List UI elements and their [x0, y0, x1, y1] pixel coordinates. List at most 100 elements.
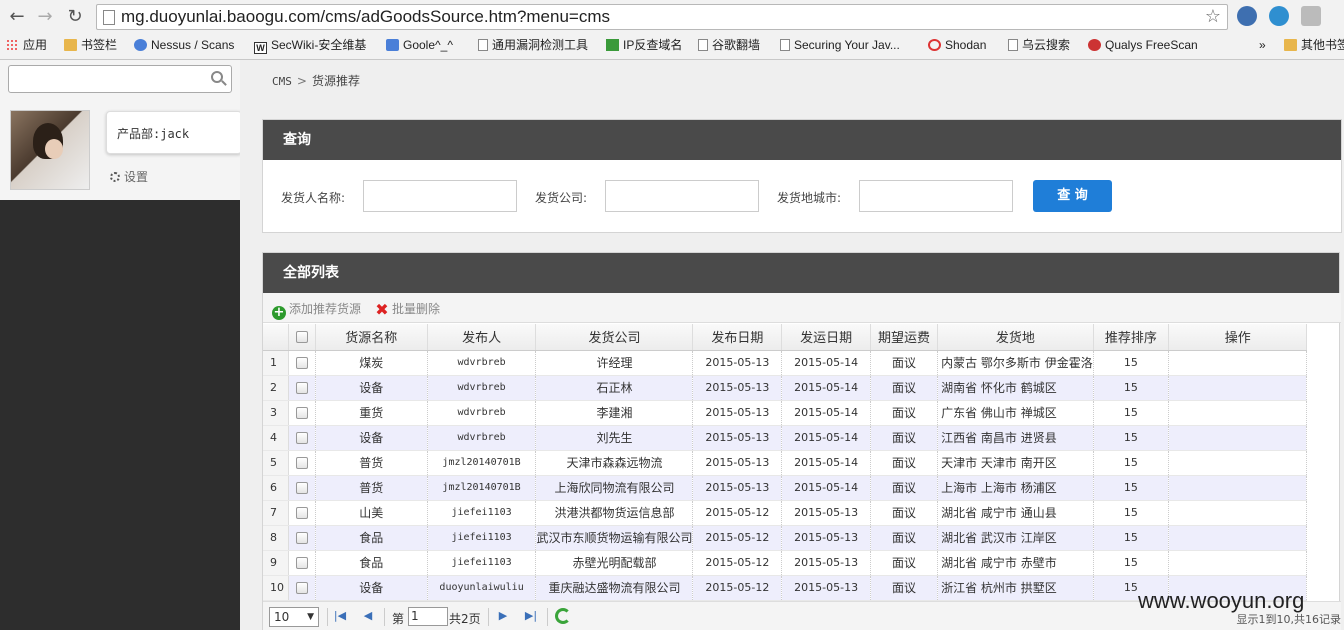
bookmark-ip-lookup[interactable]: IP反查域名 — [606, 35, 682, 55]
row-checkbox[interactable] — [295, 457, 308, 469]
shipper-name-input[interactable] — [363, 180, 517, 212]
cell-fee: 面议 — [870, 375, 939, 401]
table-row[interactable]: 7 山美 jiefei1103 洪港洪都物货运信息部 2015-05-12 2015-05… — [263, 500, 1339, 526]
table-row[interactable]: 4 设备 wdvrbreb 刘先生 2015-05-13 2015-05-14 面议 江西省 … — [263, 425, 1339, 451]
row-number: 4 — [263, 425, 290, 451]
cell-fee: 面议 — [870, 425, 939, 451]
sidebar-search-input[interactable] — [8, 65, 232, 93]
col-header-pub-date[interactable]: 发布日期 — [692, 324, 783, 351]
cell-filler — [1306, 425, 1339, 450]
first-page-icon[interactable]: |◀ — [333, 609, 347, 623]
bookmark-vuln-tool[interactable]: 通用漏洞检测工具 — [478, 35, 588, 55]
cell-name: 设备 — [315, 375, 428, 401]
city-input[interactable] — [859, 180, 1013, 212]
breadcrumb-root[interactable]: CMS — [272, 75, 292, 88]
add-source-button[interactable]: + 添加推荐货源 — [272, 300, 361, 320]
search-icon[interactable] — [211, 71, 223, 83]
row-checkbox[interactable] — [295, 382, 308, 394]
earth-extension-icon[interactable] — [1269, 6, 1289, 26]
bookmark-folder[interactable]: 书签栏 — [64, 35, 117, 55]
row-checkbox[interactable] — [295, 532, 308, 544]
settings-link[interactable]: 设置 — [110, 168, 148, 185]
table-row[interactable]: 6 普货 jmzl20140701B 上海欣同物流有限公司 2015-05-13 2015… — [263, 475, 1339, 501]
bookmarks-overflow[interactable]: » — [1259, 35, 1266, 55]
table-row[interactable]: 9 食品 jiefei1103 赤壁光明配载部 2015-05-12 2015-05-13… — [263, 550, 1339, 576]
cell-filler — [1306, 350, 1339, 375]
globe-extension-icon[interactable] — [1237, 6, 1257, 26]
page-number-input[interactable]: 1 — [408, 607, 448, 626]
table-row[interactable]: 5 普货 jmzl20140701B 天津市森森远物流 2015-05-13 2015-0… — [263, 450, 1339, 476]
row-checkbox[interactable] — [295, 557, 308, 569]
cell-origin: 湖南省 怀化市 鹤城区 — [937, 375, 1094, 401]
bookmark-star-icon[interactable]: ☆ — [1205, 6, 1221, 27]
refresh-icon[interactable] — [555, 608, 571, 624]
cell-company: 赤壁光明配载部 — [535, 550, 694, 576]
table-row[interactable]: 8 食品 jiefei1103 武汉市东顺货物运输有限公司 2015-05-12 2015… — [263, 525, 1339, 551]
cell-publisher: wdvrbreb — [427, 350, 537, 376]
col-header-ship-date[interactable]: 发运日期 — [781, 324, 872, 351]
row-checkbox[interactable] — [295, 507, 308, 519]
bookmark-wooyun-search[interactable]: 乌云搜索 — [1008, 35, 1070, 55]
cell-origin: 湖北省 咸宁市 通山县 — [937, 500, 1094, 526]
bookmark-other[interactable]: 其他书签 — [1284, 35, 1344, 55]
table-row[interactable]: 2 设备 wdvrbreb 石正林 2015-05-13 2015-05-14 面议 湖南省 … — [263, 375, 1339, 401]
folder-icon — [1284, 39, 1297, 51]
cell-company: 上海欣同物流有限公司 — [535, 475, 694, 501]
cell-ship-date: 2015-05-14 — [781, 350, 872, 376]
cell-pub-date: 2015-05-12 — [692, 575, 783, 601]
row-number: 6 — [263, 475, 290, 501]
table-row[interactable]: 1 煤炭 wdvrbreb 许经理 2015-05-13 2015-05-14 面议 内蒙古 … — [263, 350, 1339, 376]
bookmark-goole[interactable]: Goole^_^ — [386, 35, 453, 55]
col-header-rank[interactable]: 推荐排序 — [1093, 324, 1170, 351]
col-header-publisher[interactable]: 发布人 — [427, 324, 537, 351]
col-header-origin[interactable]: 发货地 — [937, 324, 1094, 351]
bookmark-apps[interactable]: 应用 — [6, 35, 47, 55]
page-size-select[interactable]: 10 ▼ — [269, 607, 319, 627]
row-checkbox[interactable] — [295, 582, 308, 594]
cell-company: 李建湘 — [535, 400, 694, 426]
row-checkbox[interactable] — [295, 482, 308, 494]
cell-publisher: jmzl20140701B — [427, 450, 537, 476]
back-arrow-icon[interactable]: ← — [6, 6, 28, 28]
forward-arrow-icon[interactable]: → — [34, 6, 56, 28]
bookmark-secwiki[interactable]: W SecWiki-安全维基 — [254, 35, 366, 55]
bookmark-nessus[interactable]: Nessus / Scans — [134, 35, 234, 55]
company-input[interactable] — [605, 180, 759, 212]
row-checkbox[interactable] — [295, 357, 308, 369]
cell-name: 普货 — [315, 475, 428, 501]
select-all-checkbox[interactable] — [295, 330, 308, 343]
row-checkbox[interactable] — [295, 432, 308, 444]
plus-icon: + — [272, 305, 286, 320]
bookmarks-bar: 应用 书签栏 Nessus / Scans W SecWiki-安全维基 Gool… — [0, 34, 1344, 56]
bookmark-qualys[interactable]: Qualys FreeScan — [1088, 35, 1198, 55]
cell-ship-date: 2015-05-13 — [781, 525, 872, 551]
cell-origin: 天津市 天津市 南开区 — [937, 450, 1094, 476]
breadcrumb-current: 货源推荐 — [311, 74, 360, 88]
col-header-name[interactable]: 货源名称 — [315, 324, 428, 351]
last-page-icon[interactable]: ▶| — [524, 609, 538, 623]
next-page-icon[interactable]: ▶ — [496, 609, 510, 623]
reload-icon[interactable]: ↻ — [64, 6, 86, 28]
cell-rank: 15 — [1093, 375, 1170, 401]
query-button[interactable]: 查 询 — [1033, 180, 1112, 212]
cell-publisher: wdvrbreb — [427, 400, 537, 426]
col-header-company[interactable]: 发货公司 — [535, 324, 694, 351]
prev-page-icon[interactable]: ◀ — [361, 609, 375, 623]
translate-extension-icon[interactable] — [1301, 6, 1321, 26]
row-number: 8 — [263, 525, 290, 551]
row-checkbox[interactable] — [295, 407, 308, 419]
bookmark-google-proxy[interactable]: 谷歌翻墙 — [698, 35, 760, 55]
cell-name: 食品 — [315, 525, 428, 551]
cell-filler — [1306, 550, 1339, 575]
bookmark-shodan[interactable]: Shodan — [928, 35, 986, 55]
cell-name: 设备 — [315, 575, 428, 601]
row-checkbox-cell — [288, 350, 316, 376]
bookmark-securing-java[interactable]: Securing Your Jav... — [780, 35, 900, 55]
col-header-fee[interactable]: 期望运费 — [870, 324, 939, 351]
table-row[interactable]: 3 重货 wdvrbreb 李建湘 2015-05-13 2015-05-14 面议 广东省 … — [263, 400, 1339, 426]
address-bar[interactable]: mg.duoyunlai.baoogu.com/cms/adGoodsSourc… — [96, 4, 1228, 30]
cell-fee: 面议 — [870, 475, 939, 501]
cell-origin: 上海市 上海市 杨浦区 — [937, 475, 1094, 501]
list-panel: 全部列表 + 添加推荐货源 ✖ 批量删除 货源名称 发布人 发货公司 发布日期 发运… — [262, 252, 1341, 630]
batch-delete-button[interactable]: ✖ 批量删除 — [375, 300, 440, 318]
